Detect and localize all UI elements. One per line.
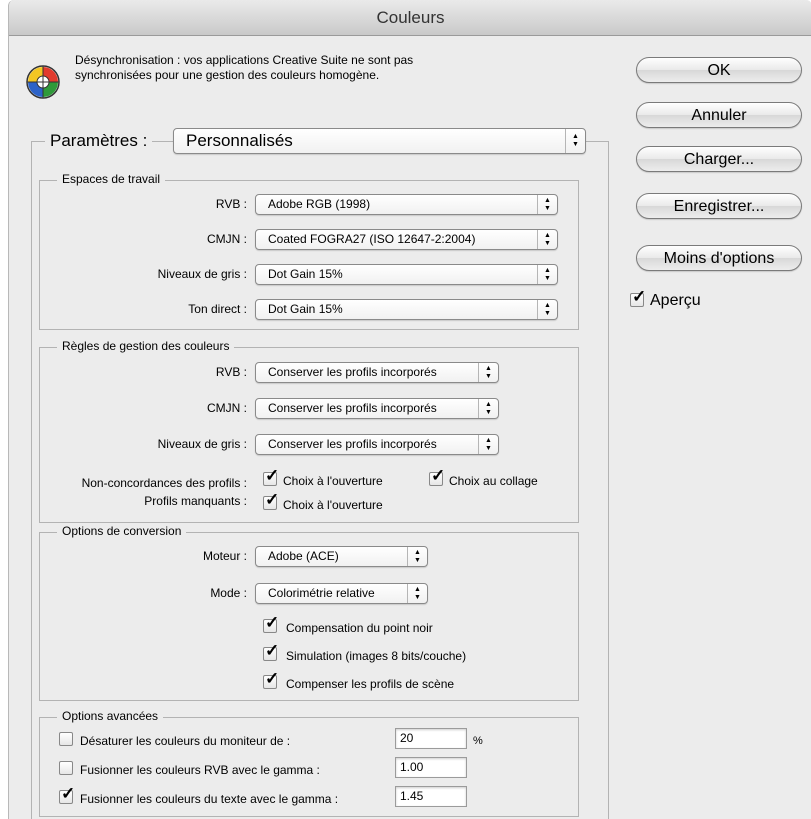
policy-cmyk-label: CMJN : [207,401,247,415]
policy-gray-label: Niveaux de gris : [157,437,247,451]
desaturate-checkbox[interactable] [59,732,73,746]
ws-spot-value: Dot Gain 15% [268,302,343,316]
desaturate-percent: % [473,735,483,747]
ws-spot-label: Ton direct : [188,302,247,316]
up-down-arrows-icon: ▲ ▼ [478,435,498,454]
missing-label: Profils manquants : [144,494,247,508]
checkmark-icon: ✓ [265,490,280,509]
settings-popup[interactable]: Personnalisés ▲ ▼ [173,128,586,154]
sync-warning-line2: synchronisées pour une gestion des coule… [75,68,380,82]
load-button[interactable]: Charger... [636,146,802,172]
ws-cmyk-label: CMJN : [207,232,247,246]
intent-popup[interactable]: Colorimétrie relative ▲ ▼ [255,583,428,604]
window-title: Couleurs [9,0,811,36]
intent-value: Colorimétrie relative [268,586,375,600]
policy-rgb-label: RVB : [215,365,247,379]
mismatch-open-label: Choix à l'ouverture [283,474,383,488]
checkmark-icon: ✓ [265,641,280,660]
scene-checkbox[interactable]: ✓ [263,670,279,689]
blend-text-input[interactable]: 1.45 [395,786,467,807]
preview-checkbox[interactable]: ✓ [630,288,646,307]
intent-label: Mode : [210,586,247,600]
up-down-arrows-icon: ▲ ▼ [537,195,557,214]
desaturate-label: Désaturer les couleurs du moniteur de : [80,734,291,748]
sync-warning-line1: Désynchronisation : vos applications Cre… [75,53,414,67]
blend-text-label: Fusionner les couleurs du texte avec le … [80,792,339,806]
blend-text-checkbox[interactable]: ✓ [59,785,75,804]
save-button[interactable]: Enregistrer... [636,193,802,219]
checkmark-icon: ✓ [61,784,76,803]
missing-open-label: Choix à l'ouverture [283,498,383,512]
policy-cmyk-popup[interactable]: Conserver les profils incorporés ▲ ▼ [255,398,499,419]
advanced-title: Options avancées [57,709,164,723]
bpc-checkbox[interactable]: ✓ [263,614,279,633]
up-down-arrows-icon: ▲ ▼ [407,584,427,603]
up-down-arrows-icon: ▲ ▼ [537,265,557,284]
mismatch-open-checkbox[interactable]: ✓ [263,467,279,486]
up-down-arrows-icon: ▲ ▼ [478,399,498,418]
policy-rgb-value: Conserver les profils incorporés [268,365,437,379]
mismatch-paste-checkbox[interactable]: ✓ [429,467,445,486]
checkmark-icon: ✓ [632,287,647,306]
conversion-title: Options de conversion [57,524,187,538]
up-down-arrows-icon: ▲ ▼ [407,547,427,566]
mismatch-paste-label: Choix au collage [449,474,538,488]
settings-popup-value: Personnalisés [186,131,293,150]
up-down-arrows-icon: ▲ ▼ [537,300,557,319]
mismatch-label: Non-concordances des profils : [81,476,247,490]
up-down-arrows-icon: ▲ ▼ [478,363,498,382]
checkmark-icon: ✓ [265,466,280,485]
ws-spot-popup[interactable]: Dot Gain 15% ▲ ▼ [255,299,558,320]
colors-dialog: Couleurs Désynchronisation : vos applica… [8,0,811,819]
blend-rgb-input[interactable]: 1.00 [395,757,467,778]
fewer-options-button[interactable]: Moins d'options [636,245,802,271]
engine-popup[interactable]: Adobe (ACE) ▲ ▼ [255,546,428,567]
settings-label: Paramètres : [45,131,153,151]
policy-rgb-popup[interactable]: Conserver les profils incorporés ▲ ▼ [255,362,499,383]
blend-rgb-label: Fusionner les couleurs RVB avec le gamma… [80,763,320,777]
scene-label: Compenser les profils de scène [286,677,455,691]
ws-rgb-label: RVB : [215,197,247,211]
checkmark-icon: ✓ [431,466,446,485]
ws-cmyk-value: Coated FOGRA27 (ISO 12647-2:2004) [268,232,476,246]
preview-label: Aperçu [650,292,701,309]
dither-label: Simulation (images 8 bits/couche) [286,649,467,663]
ws-gray-popup[interactable]: Dot Gain 15% ▲ ▼ [255,264,558,285]
color-management-icon [26,65,60,99]
bpc-label: Compensation du point noir [286,621,433,635]
dither-checkbox[interactable]: ✓ [263,642,279,661]
up-down-arrows-icon: ▲ ▼ [565,129,585,153]
policy-cmyk-value: Conserver les profils incorporés [268,401,437,415]
policies-title: Règles de gestion des couleurs [57,339,235,353]
engine-label: Moteur : [202,549,247,563]
working-spaces-title: Espaces de travail [57,172,166,186]
desaturate-input[interactable]: 20 [395,728,467,749]
ws-rgb-value: Adobe RGB (1998) [268,197,371,211]
cancel-button[interactable]: Annuler [636,102,802,128]
engine-value: Adobe (ACE) [268,549,339,563]
ok-button[interactable]: OK [636,57,802,83]
up-down-arrows-icon: ▲ ▼ [537,230,557,249]
ws-gray-value: Dot Gain 15% [268,267,343,281]
missing-open-checkbox[interactable]: ✓ [263,491,279,510]
ws-cmyk-popup[interactable]: Coated FOGRA27 (ISO 12647-2:2004) ▲ ▼ [255,229,558,250]
policy-gray-popup[interactable]: Conserver les profils incorporés ▲ ▼ [255,434,499,455]
blend-rgb-checkbox[interactable] [59,761,73,775]
checkmark-icon: ✓ [265,613,280,632]
checkmark-icon: ✓ [265,669,280,688]
ws-gray-label: Niveaux de gris : [157,267,247,281]
policy-gray-value: Conserver les profils incorporés [268,437,437,451]
ws-rgb-popup[interactable]: Adobe RGB (1998) ▲ ▼ [255,194,558,215]
